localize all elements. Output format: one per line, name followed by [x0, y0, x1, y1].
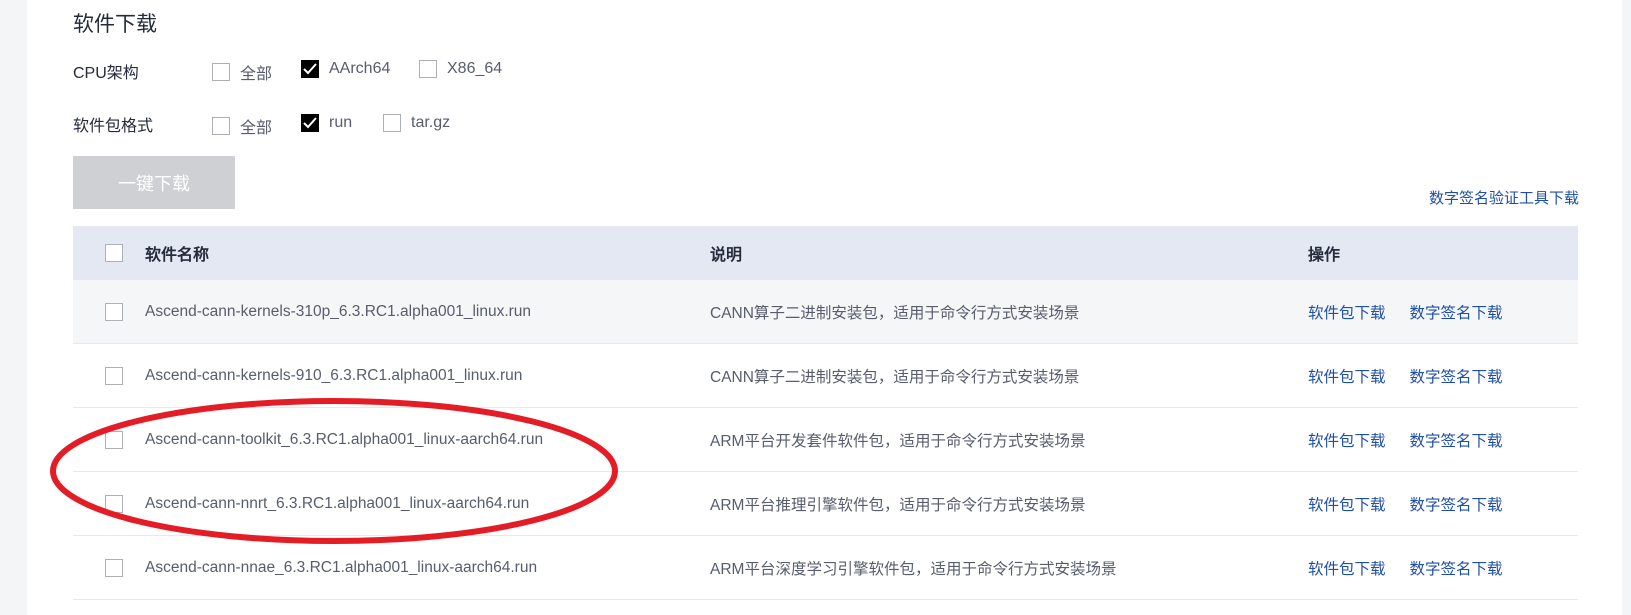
cpu-option-aarch64[interactable]: AArch64: [301, 60, 390, 78]
cpu-option-all[interactable]: 全部: [212, 60, 272, 84]
row-desc: ARM平台开发套件软件包，适用于命令行方式安装场景: [710, 407, 1308, 472]
format-option-all-label: 全部: [240, 120, 273, 137]
cpu-option-all-label: 全部: [240, 66, 273, 83]
checkbox[interactable]: [212, 117, 230, 135]
select-all-cell: [73, 226, 145, 280]
signature-download-link[interactable]: 数字签名下载: [1410, 305, 1503, 322]
checkbox[interactable]: [383, 114, 401, 132]
header-name: 软件名称: [145, 226, 710, 280]
signature-tool-download-link[interactable]: 数字签名验证工具下载: [1429, 187, 1579, 208]
row-name: Ascend-cann-nnae_6.3.RC1.alpha001_linux-…: [145, 535, 710, 600]
row-desc: CANN算子二进制安装包，适用于命令行方式安装场景: [710, 343, 1308, 408]
row-checkbox[interactable]: [105, 302, 123, 321]
header-desc: 说明: [710, 226, 1308, 280]
one-click-download-button[interactable]: 一键下载: [73, 156, 235, 209]
row-checkbox[interactable]: [105, 366, 123, 385]
signature-download-link[interactable]: 数字签名下载: [1410, 561, 1503, 578]
checkbox[interactable]: [419, 60, 437, 78]
format-filter-label: 软件包格式: [73, 118, 154, 135]
table-row: Ascend-cann-nnae_6.3.RC1.alpha001_linux-…: [73, 535, 1578, 600]
software-table: 软件名称 说明 操作 Ascend-cann-kernels-310p_6.3.…: [73, 226, 1578, 600]
row-name: Ascend-cann-toolkit_6.3.RC1.alpha001_lin…: [145, 407, 710, 472]
format-option-run-label: run: [329, 114, 353, 131]
signature-download-link[interactable]: 数字签名下载: [1410, 433, 1503, 450]
cpu-option-x86-label: X86_64: [447, 60, 503, 77]
checkbox[interactable]: [212, 63, 230, 81]
row-name: Ascend-cann-kernels-910_6.3.RC1.alpha001…: [145, 343, 710, 408]
format-option-run[interactable]: run: [301, 114, 352, 132]
row-name: Ascend-cann-kernels-310p_6.3.RC1.alpha00…: [145, 280, 710, 344]
format-option-all[interactable]: 全部: [212, 114, 272, 138]
table-row: Ascend-cann-kernels-910_6.3.RC1.alpha001…: [73, 343, 1578, 408]
row-checkbox[interactable]: [105, 430, 123, 449]
row-checkbox[interactable]: [105, 494, 123, 513]
signature-download-link[interactable]: 数字签名下载: [1410, 369, 1503, 386]
select-all-checkbox[interactable]: [105, 244, 123, 262]
cpu-filter-label: CPU架构: [73, 65, 139, 82]
checkbox-checked[interactable]: [301, 114, 319, 132]
header-op: 操作: [1308, 226, 1578, 280]
table-row: Ascend-cann-toolkit_6.3.RC1.alpha001_lin…: [73, 407, 1578, 472]
table-row: Ascend-cann-nnrt_6.3.RC1.alpha001_linux-…: [73, 471, 1578, 536]
package-download-link[interactable]: 软件包下载: [1308, 497, 1386, 514]
row-checkbox[interactable]: [105, 558, 123, 577]
format-option-targz-label: tar.gz: [411, 114, 451, 131]
section-title: 软件下载: [73, 13, 157, 36]
row-desc: CANN算子二进制安装包，适用于命令行方式安装场景: [710, 280, 1308, 344]
table-row: Ascend-cann-kernels-310p_6.3.RC1.alpha00…: [73, 280, 1578, 344]
row-desc: ARM平台深度学习引擎软件包，适用于命令行方式安装场景: [710, 535, 1308, 600]
signature-download-link[interactable]: 数字签名下载: [1410, 497, 1503, 514]
package-download-link[interactable]: 软件包下载: [1308, 369, 1386, 386]
table-header-row: 软件名称 说明 操作: [73, 226, 1578, 280]
checkbox-checked[interactable]: [301, 60, 319, 78]
cpu-option-x86[interactable]: X86_64: [419, 60, 502, 78]
package-download-link[interactable]: 软件包下载: [1308, 305, 1386, 322]
format-option-targz[interactable]: tar.gz: [383, 114, 450, 132]
row-desc: ARM平台推理引擎软件包，适用于命令行方式安装场景: [710, 471, 1308, 536]
package-download-link[interactable]: 软件包下载: [1308, 433, 1386, 450]
cpu-option-aarch64-label: AArch64: [329, 60, 391, 77]
row-name: Ascend-cann-nnrt_6.3.RC1.alpha001_linux-…: [145, 471, 710, 536]
package-download-link[interactable]: 软件包下载: [1308, 561, 1386, 578]
